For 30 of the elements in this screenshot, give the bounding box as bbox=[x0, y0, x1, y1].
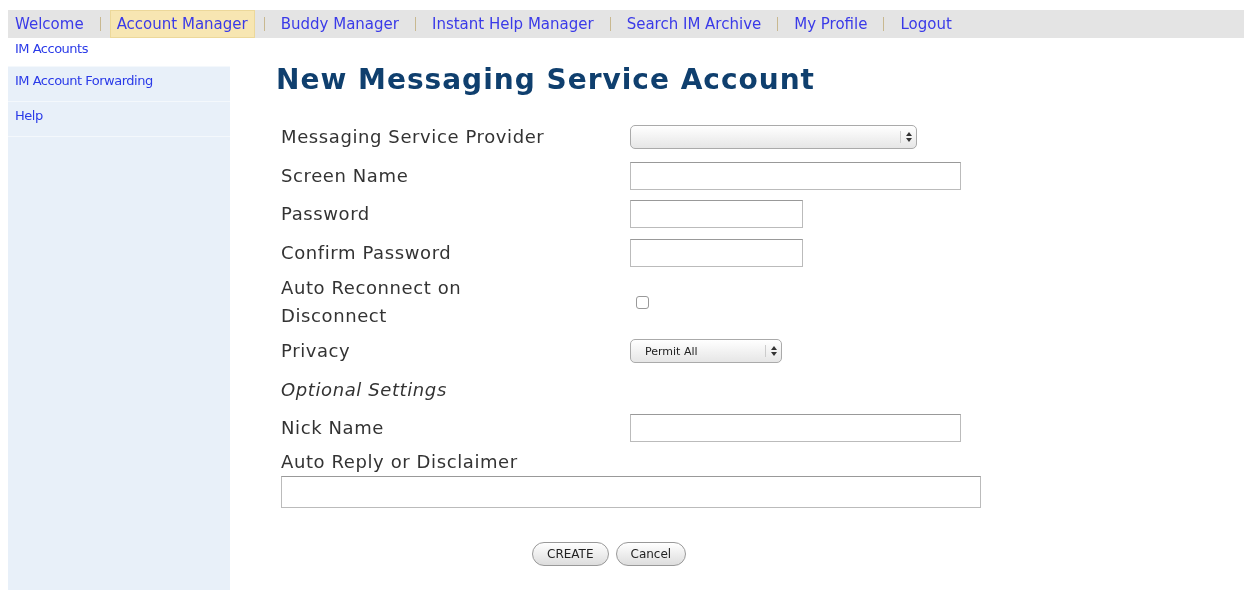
field-label: Auto Reconnect on Disconnect bbox=[281, 276, 463, 328]
form-button[interactable]: Cancel bbox=[615, 541, 687, 566]
text-field[interactable] bbox=[630, 414, 961, 443]
dropdown[interactable] bbox=[630, 125, 917, 150]
nav-tab[interactable]: Instant Help Manager bbox=[424, 10, 601, 38]
nav-tab[interactable]: Account Manager bbox=[109, 10, 255, 38]
field-label: Screen Name bbox=[281, 163, 410, 188]
nav-tab[interactable]: Logout bbox=[893, 10, 959, 38]
field-label: Password bbox=[281, 202, 371, 227]
nav-tab[interactable]: Welcome bbox=[8, 10, 91, 38]
field-label: Messaging Service Provider bbox=[281, 125, 546, 150]
text-field[interactable] bbox=[630, 161, 961, 190]
page-title: New Messaging Service Account bbox=[276, 64, 816, 96]
field-label: Nick Name bbox=[281, 416, 385, 441]
section-heading: Optional Settings bbox=[281, 377, 448, 402]
password-field[interactable] bbox=[630, 238, 803, 267]
stepper-arrows-icon bbox=[900, 131, 912, 144]
nav-tab[interactable]: Search IM Archive bbox=[619, 10, 769, 38]
nav-tab[interactable]: My Profile bbox=[787, 10, 875, 38]
nav-tab[interactable]: Buddy Manager bbox=[273, 10, 406, 38]
text-field[interactable] bbox=[281, 475, 981, 508]
field-label: Privacy bbox=[281, 339, 352, 364]
field-label: Auto Reply or Disclaimer bbox=[281, 449, 519, 474]
field-label: Confirm Password bbox=[281, 240, 453, 265]
checkbox[interactable] bbox=[636, 295, 649, 309]
sidebar-item[interactable]: IM Accounts bbox=[8, 38, 230, 67]
password-field[interactable] bbox=[630, 200, 803, 229]
dropdown[interactable]: Permit All bbox=[630, 339, 782, 364]
stepper-arrows-icon bbox=[765, 345, 777, 358]
form-button[interactable]: CREATE bbox=[532, 541, 609, 566]
